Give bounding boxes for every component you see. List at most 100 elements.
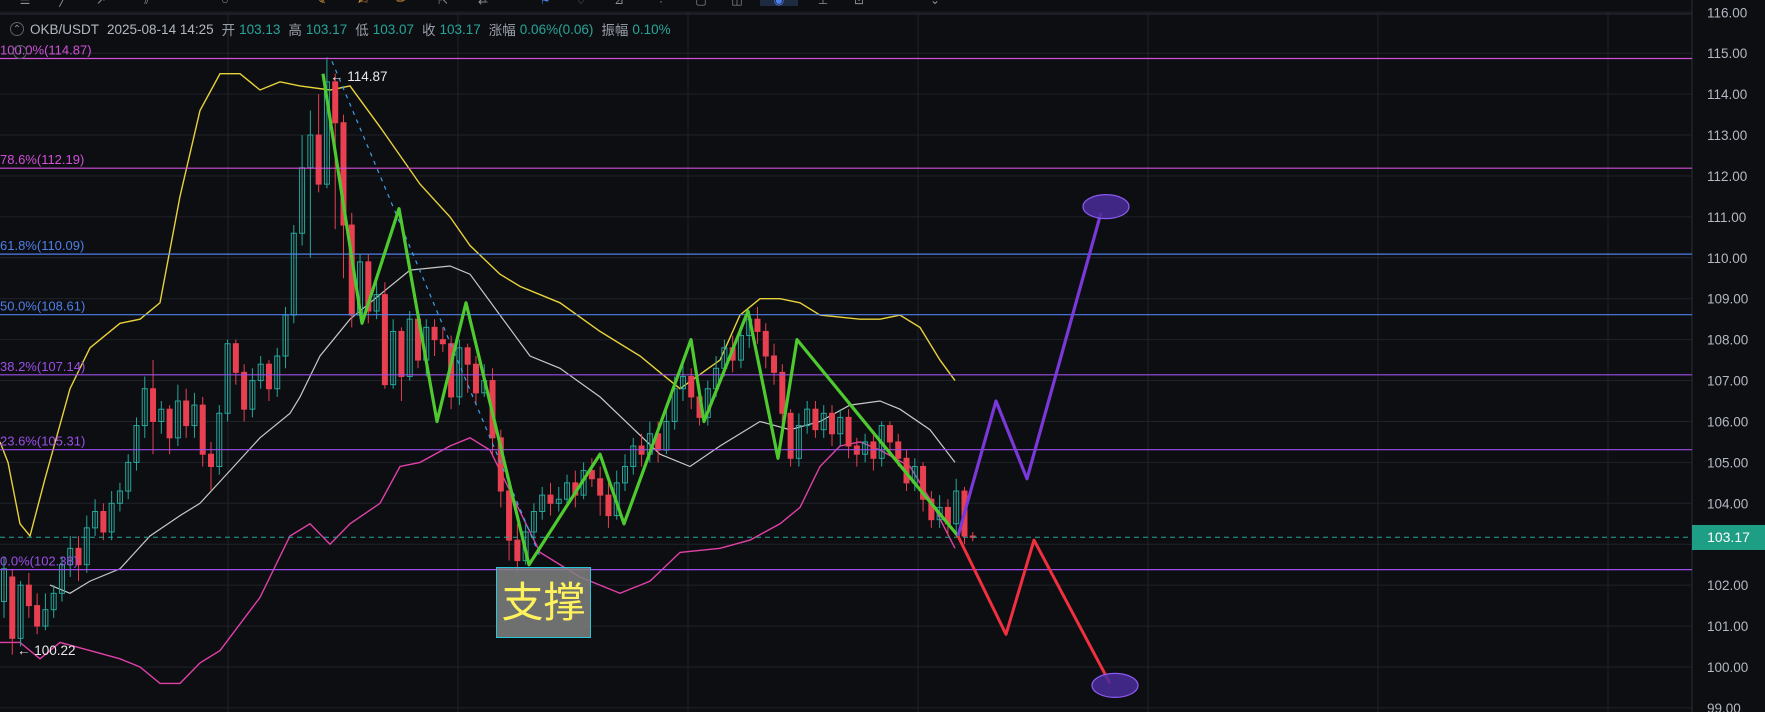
fib-level-label: 78.6%(112.19) xyxy=(0,152,84,167)
current-price-tag: 103.17 xyxy=(1692,525,1765,550)
candle-body xyxy=(332,81,339,124)
candle-body xyxy=(597,478,604,496)
more-icon[interactable]: ⌄ xyxy=(928,0,942,6)
open-value: 103.13 xyxy=(239,21,281,37)
trendline-icon[interactable]: ╱ xyxy=(56,0,70,6)
candle-body xyxy=(514,539,521,562)
close-label: 收 xyxy=(422,23,436,38)
amplitude-label: 振幅 xyxy=(601,23,629,38)
heart-icon[interactable]: ♡ xyxy=(574,0,588,6)
low-label: 低 xyxy=(355,23,369,38)
low-value: 103.07 xyxy=(372,21,414,37)
candle-body xyxy=(605,494,612,517)
menu-icon[interactable]: ☰ xyxy=(18,0,32,6)
amplitude-value: 0.10% xyxy=(632,21,671,37)
y-tick-label: 100.00 xyxy=(1707,660,1748,675)
candle-body xyxy=(547,494,554,504)
candle-body xyxy=(812,408,819,431)
candle-body xyxy=(208,453,214,467)
fib-level-label: 61.8%(110.09) xyxy=(0,238,84,253)
lock-icon[interactable]: ▢ xyxy=(694,0,708,6)
ruler-icon[interactable]: ⊿ xyxy=(612,0,626,6)
y-tick-label: 110.00 xyxy=(1707,251,1747,266)
candle-body xyxy=(439,339,446,345)
y-tick-label: 112.00 xyxy=(1707,169,1747,184)
settings-icon[interactable]: ⊡ xyxy=(852,0,866,6)
layers-icon[interactable]: ◫ xyxy=(730,0,744,6)
y-tick-label: 114.00 xyxy=(1707,87,1747,102)
candle-body xyxy=(845,416,852,447)
y-tick-label: 102.00 xyxy=(1707,578,1748,593)
candle-body xyxy=(829,412,835,435)
highlighter-icon[interactable]: ✏ xyxy=(394,0,408,6)
candle-body xyxy=(886,425,893,443)
candle-body xyxy=(265,363,272,390)
y-tick-label: 105.00 xyxy=(1707,455,1748,470)
drawing-toolbar: ☰ ╱ ↗ ⫽ ○ ✎ ✍ ✏ ⇱ ⇄ ⚑ ♡ ⊿ ⁘ ▢ ◫ ◉ ⊥ ⊡ ⌄ xyxy=(0,0,1692,14)
candlestick-chart[interactable]: 99.00100.00101.00102.00103.00104.00105.0… xyxy=(0,0,1765,712)
y-tick-label: 107.00 xyxy=(1707,374,1748,389)
change-value: 0.06%(0.06) xyxy=(519,21,594,37)
symbol-label: OKB/USDT xyxy=(30,21,100,37)
change-label: 涨幅 xyxy=(488,23,516,38)
y-tick-label: 111.00 xyxy=(1707,210,1746,225)
measure-icon[interactable]: ⇱ xyxy=(436,0,450,6)
candle-body xyxy=(787,412,794,459)
target-zone-ellipse xyxy=(1082,194,1130,220)
datetime-label: 2025-08-14 14:25 xyxy=(107,21,214,37)
ray-icon[interactable]: ↗ xyxy=(94,0,108,6)
target-zone-ellipse xyxy=(1091,672,1139,699)
fib-level-label: 0.0%(102.38) xyxy=(0,554,78,569)
swap-icon[interactable]: ⇄ xyxy=(476,0,490,6)
fib-level-label: 50.0%(108.61) xyxy=(0,299,85,314)
ohlc-legend: ⌃ OKB/USDT 2025-08-14 14:25 开 103.13 高 1… xyxy=(10,20,671,38)
brush-icon[interactable]: ✍ xyxy=(356,0,370,6)
candle xyxy=(787,409,794,467)
candle-body xyxy=(398,330,405,377)
bookmark-icon[interactable]: ⚑ xyxy=(538,0,552,6)
chevron-up-icon[interactable]: ⌃ xyxy=(10,22,24,36)
candle-body xyxy=(754,318,761,332)
close-value: 103.17 xyxy=(439,21,481,37)
candle-body xyxy=(241,371,248,410)
candle-body xyxy=(34,605,41,627)
candle-body xyxy=(688,375,695,398)
candle-body xyxy=(150,388,157,422)
candle-body xyxy=(506,490,513,541)
candle-body xyxy=(771,355,778,373)
candle-body xyxy=(9,576,16,639)
candle-body xyxy=(25,584,32,607)
candle-body xyxy=(199,404,206,455)
candle-body xyxy=(166,408,173,439)
y-tick-label: 109.00 xyxy=(1707,292,1748,307)
low-price-marker: ← 100.22 xyxy=(17,643,76,658)
candle-body xyxy=(100,510,107,533)
candle-body xyxy=(464,347,471,365)
eye-icon[interactable]: ◉ xyxy=(760,0,798,6)
trash-icon[interactable]: ⊥ xyxy=(816,0,830,6)
support-annotation[interactable]: 支撑 xyxy=(496,567,591,638)
fib-level-label: 23.6%(105.31) xyxy=(0,434,85,449)
y-tick-label: 108.00 xyxy=(1707,333,1748,348)
candle-body xyxy=(315,134,322,185)
candle-body xyxy=(472,363,479,394)
group-icon[interactable]: ⁘ xyxy=(654,0,668,6)
high-value: 103.17 xyxy=(305,21,348,37)
high-price-marker: ← 114.87 xyxy=(330,69,388,84)
y-tick-label: 106.00 xyxy=(1707,414,1748,429)
circle-tool-icon[interactable]: ○ xyxy=(218,0,232,6)
chevron-right-icon[interactable]: › xyxy=(13,45,27,59)
candle-body xyxy=(183,400,190,427)
chart-background xyxy=(0,0,1765,712)
open-label: 开 xyxy=(221,23,236,38)
channel-icon[interactable]: ⫽ xyxy=(140,0,154,6)
y-tick-label: 116.00 xyxy=(1707,5,1747,20)
candle-body xyxy=(232,343,239,373)
y-tick-label: 101.00 xyxy=(1707,619,1748,634)
pencil-icon[interactable]: ✎ xyxy=(314,0,328,6)
y-tick-label: 115.00 xyxy=(1707,46,1747,61)
candle-body xyxy=(779,371,786,414)
candle-body xyxy=(381,294,388,386)
y-tick-label: 104.00 xyxy=(1707,496,1748,511)
y-tick-label: 113.00 xyxy=(1707,128,1747,143)
